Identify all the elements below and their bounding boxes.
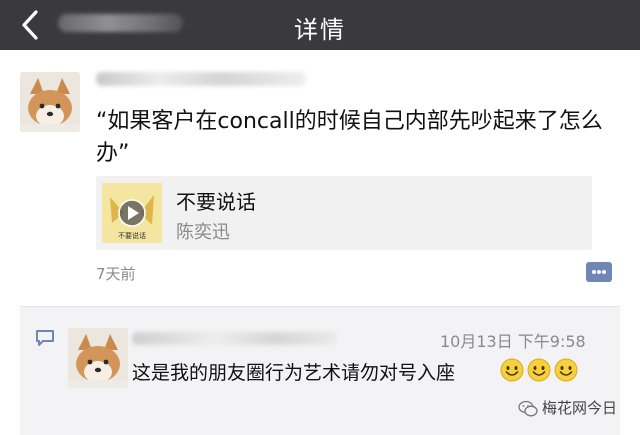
more-button[interactable] <box>586 262 612 282</box>
dot-icon <box>597 270 601 274</box>
comment-bubble-icon <box>36 330 54 346</box>
navbar: 详情 <box>0 0 640 50</box>
album-cover-icon: 不要说话 <box>102 183 162 243</box>
dot-icon <box>592 270 596 274</box>
page-title: 详情 <box>294 16 346 44</box>
comment-timestamp: 10月13日 下午9:58 <box>440 332 586 351</box>
wechat-logo-icon <box>518 400 538 416</box>
avatar[interactable] <box>68 328 128 388</box>
thumb-caption: 不要说话 <box>118 231 146 240</box>
post-timestamp: 7天前 <box>96 265 136 283</box>
music-artist: 陈奕迅 <box>176 222 230 243</box>
comment-text: 这是我的朋友圈行为艺术请勿对号入座 <box>132 362 456 384</box>
music-title: 不要说话 <box>176 190 256 214</box>
shared-music-card[interactable]: 不要说话 不要说话 陈奕迅 <box>96 176 592 250</box>
post-text: “如果客户在concall的时候自己内部先吵起来了怎么办” <box>96 109 603 166</box>
emoji-row <box>500 358 581 382</box>
smile-emoji-icon <box>527 358 551 382</box>
smile-emoji-icon <box>554 358 578 382</box>
avatar[interactable] <box>20 72 80 132</box>
dot-icon <box>602 270 606 274</box>
smile-emoji-icon <box>500 358 524 382</box>
watermark: 梅花网今日 <box>518 397 617 418</box>
shiba-dog-icon <box>20 72 80 132</box>
watermark-text: 梅花网今日 <box>542 399 618 417</box>
shiba-dog-icon <box>68 328 128 388</box>
music-thumbnail: 不要说话 <box>102 183 162 243</box>
redacted-author-name <box>96 72 306 86</box>
redacted-commenter-name <box>132 332 337 345</box>
